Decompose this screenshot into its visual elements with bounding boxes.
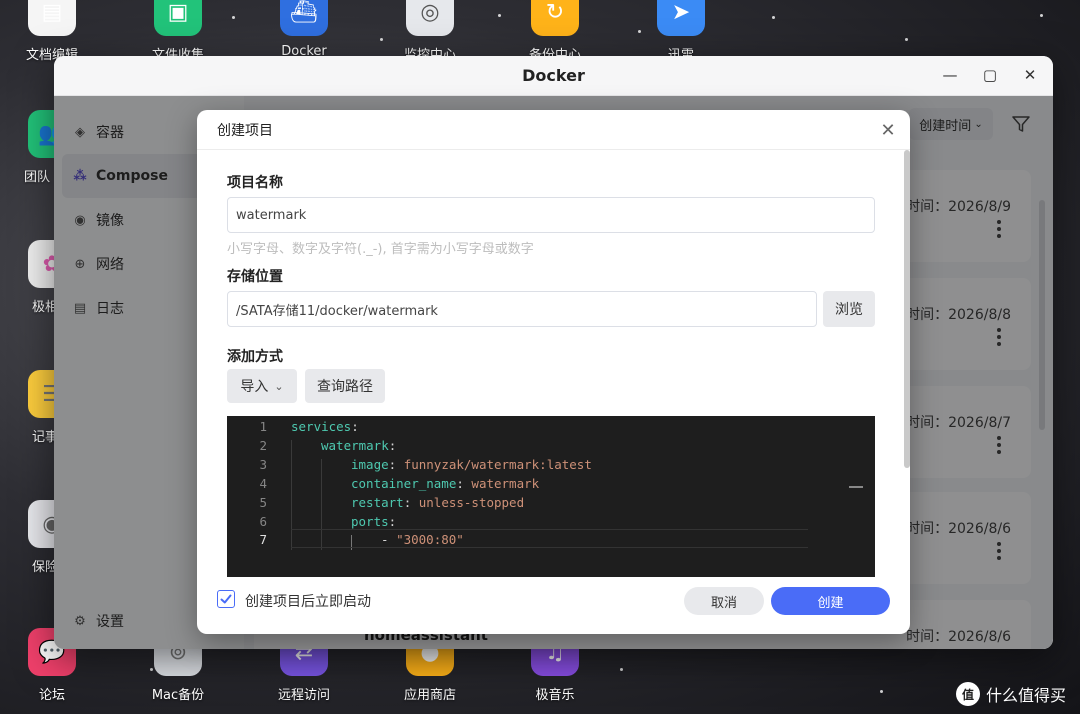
star [498,14,501,17]
maximize-icon[interactable]: ▢ [979,64,1001,86]
desktop-icon-docs[interactable]: ▤ 文档编辑 [2,0,102,63]
project-name-input[interactable]: watermark [227,197,875,233]
line-number: 1 [259,419,267,434]
window-titlebar[interactable]: Docker — ▢ ✕ [54,56,1053,96]
star [880,690,883,693]
star [772,16,775,19]
watermark-logo-icon: 值 [955,682,980,706]
star [620,668,623,671]
backup-app-icon: ↻ [531,0,579,36]
code-line: container_name: watermark [351,476,540,491]
docs-app-icon: ▤ [28,0,76,36]
project-name-label: 项目名称 [227,175,283,191]
star [232,16,235,19]
window-title: Docker [522,66,585,85]
code-line: services: [291,419,359,434]
dialog-scrollbar[interactable] [904,150,910,468]
star [905,38,908,41]
code-line: watermark: [321,438,397,453]
line-number: 3 [259,457,267,472]
autostart-label: 创建项目后立即启动 [245,594,371,610]
query-path-button[interactable]: 查询路径 [305,369,385,403]
storage-label: 存储位置 [227,269,283,285]
line-number: 4 [259,476,267,491]
compose-code-editor[interactable]: 1 services: 2 watermark: 3 image: funnyz… [227,416,875,577]
browse-button[interactable]: 浏览 [823,291,875,327]
create-button[interactable]: 创建 [771,587,890,615]
desktop-icon-monitor[interactable]: ◎ 监控中心 [380,0,480,63]
minimize-icon[interactable]: — [939,64,961,86]
chevron-down-icon: ⌄ [274,379,284,393]
dialog-title: 创建项目 [217,122,273,139]
site-watermark: 值 什么值得买 [955,682,1066,706]
add-method-label: 添加方式 [227,349,283,365]
storage-path-input[interactable]: /SATA存储11/docker/watermark [227,291,817,327]
line-number: 5 [259,495,267,510]
desktop-icon-docker[interactable]: ⛴ Docker [254,0,354,59]
code-line: ports: [351,514,397,529]
close-icon[interactable]: ✕ [878,120,898,141]
create-project-dialog: 创建项目 ✕ 项目名称 watermark 小写字母、数字及字符(._-), 首… [197,110,910,634]
line-number: 7 [259,532,267,547]
minimap-marker [849,486,863,488]
close-icon[interactable]: ✕ [1019,64,1041,86]
check-icon [220,594,232,604]
project-name-hint: 小写字母、数字及字符(._-), 首字需为小写字母或数字 [227,242,534,257]
import-dropdown[interactable]: 导入 ⌄ [227,369,297,403]
line-number: 2 [259,438,267,453]
cancel-button[interactable]: 取消 [684,587,764,615]
star [1040,14,1043,17]
code-line: - "3000:80" [381,532,464,547]
desktop-icon-file-collect[interactable]: ▣ 文件收集 [128,0,228,63]
watermark-text: 什么值得买 [985,686,1066,705]
line-number: 6 [259,514,267,529]
autostart-checkbox[interactable] [217,590,235,608]
docker-app-icon: ⛴ [280,0,328,36]
file-collect-app-icon: ▣ [154,0,202,36]
code-line: restart: unless-stopped [351,495,525,510]
code-line: image: funnyzak/watermark:latest [351,457,592,472]
desktop-icon-xunlei[interactable]: ➤ 迅雷 [631,0,731,63]
monitor-app-icon: ◎ [406,0,454,36]
desktop-icon-backup[interactable]: ↻ 备份中心 [505,0,605,63]
xunlei-app-icon: ➤ [657,0,705,36]
